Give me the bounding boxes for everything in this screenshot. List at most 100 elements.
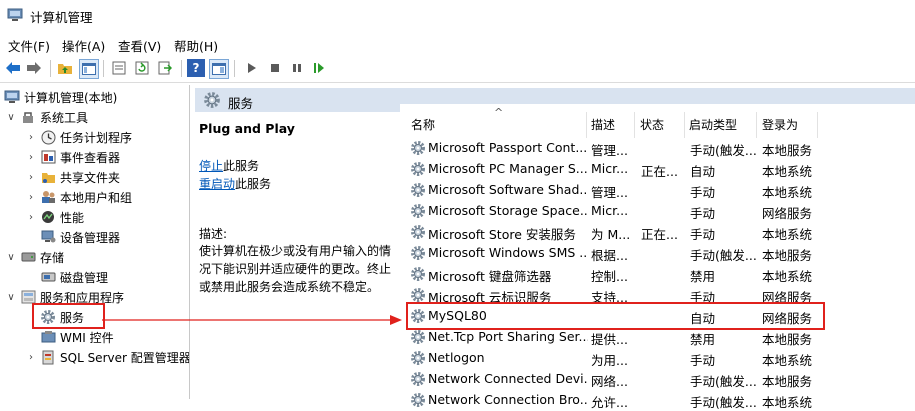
service-status: 正在... (641, 227, 678, 242)
column-header-description[interactable]: 描述 (591, 116, 615, 133)
refresh-icon[interactable] (133, 59, 151, 77)
service-log-on-as: 本地系统 (762, 269, 813, 284)
tree-item-local-users[interactable]: › 本地用户和组 (26, 187, 132, 207)
mysql-highlight-box (406, 302, 825, 330)
chevron-right-icon[interactable]: › (26, 132, 36, 143)
service-log-on-as: 本地系统 (762, 395, 813, 410)
tree-item-disk-management[interactable]: 磁盘管理 (40, 267, 108, 287)
gear-icon (411, 246, 425, 260)
chevron-right-icon[interactable]: › (26, 352, 36, 363)
service-row[interactable]: Microsoft PC Manager S... Micr... 正在... 自动 本… (408, 158, 915, 179)
annotation-arrow (102, 315, 402, 325)
tree-item-task-scheduler[interactable]: › 任务计划程序 (26, 127, 132, 147)
service-description: 允许... (591, 395, 628, 410)
chevron-down-icon[interactable]: ∨ (6, 252, 16, 263)
service-status: 正在... (641, 164, 678, 179)
service-row[interactable]: Netlogon 为用... 手动 本地系统 (408, 347, 915, 368)
service-row[interactable]: Microsoft Windows SMS ... 根据... 手动(触发... 本地… (408, 242, 915, 263)
service-name: Microsoft Software Shad... (428, 182, 588, 197)
menu-view[interactable]: 查看(V) (118, 36, 161, 55)
column-header-status[interactable]: 状态 (640, 116, 664, 133)
tree-item-system-tools[interactable]: ∨ 系统工具 (6, 107, 88, 127)
up-folder-icon[interactable] (56, 59, 74, 77)
back-icon[interactable] (4, 59, 22, 77)
service-description: 提供... (591, 332, 628, 347)
performance-icon (40, 209, 56, 225)
tools-icon (20, 109, 36, 125)
gear-icon (411, 330, 425, 344)
menu-file[interactable]: 文件(F) (8, 36, 50, 55)
chevron-right-icon[interactable]: › (26, 172, 36, 183)
menu-help[interactable]: 帮助(H) (174, 36, 218, 55)
column-header-log-on-as[interactable]: 登录为 (762, 116, 798, 133)
chevron-down-icon[interactable]: ∨ (6, 112, 16, 123)
column-header-startup-type[interactable]: 启动类型 (689, 116, 737, 133)
service-description: 管理... (591, 143, 628, 158)
tree-root[interactable]: 计算机管理(本地) (4, 87, 117, 107)
service-row[interactable]: Microsoft Passport Cont... 管理... 手动(触发... 本… (408, 137, 915, 158)
export-icon[interactable] (156, 59, 174, 77)
column-header-name[interactable]: 名称 (411, 116, 435, 133)
restart-service-link[interactable]: 重启动 (199, 177, 235, 191)
service-startup-type: 禁用 (690, 332, 716, 347)
service-log-on-as: 本地服务 (762, 248, 813, 263)
service-name: Microsoft Store 安装服务 (428, 227, 576, 242)
services-highlight-box (32, 303, 105, 329)
tree-item-storage[interactable]: ∨ 存储 (6, 247, 64, 267)
service-log-on-as: 本地系统 (762, 185, 813, 200)
window-title: 计算机管理 (30, 10, 93, 25)
show-hide-tree-icon[interactable] (79, 59, 99, 79)
wmi-icon (40, 329, 56, 345)
description-label: 描述: (199, 227, 228, 241)
tree-item-performance[interactable]: › 性能 (26, 207, 84, 227)
play-icon[interactable] (243, 59, 261, 77)
service-log-on-as: 网络服务 (762, 206, 813, 221)
chevron-right-icon[interactable]: › (26, 212, 36, 223)
service-row[interactable]: Network Connected Devi... 网络... 手动(触发... 本地… (408, 368, 915, 389)
export-list-icon[interactable] (110, 59, 128, 77)
gear-icon (411, 204, 425, 218)
storage-icon (20, 249, 36, 265)
service-log-on-as: 本地系统 (762, 353, 813, 368)
panel-title: 服务 (228, 96, 254, 111)
description-line-2: 况下能识别并适应硬件的更改。终止 (199, 262, 392, 276)
chevron-down-icon[interactable]: ∨ (6, 292, 16, 303)
restart-icon[interactable] (310, 59, 328, 77)
service-description: 控制... (591, 269, 628, 284)
service-description: 根据... (591, 248, 628, 263)
stop-service-link[interactable]: 停止 (199, 159, 223, 173)
stop-icon[interactable] (266, 59, 284, 77)
service-description: Micr... (591, 203, 629, 218)
properties-icon[interactable] (209, 59, 229, 79)
service-startup-type: 手动(触发... (690, 395, 756, 410)
service-description: Micr... (591, 161, 629, 176)
gear-icon (411, 183, 425, 197)
service-row[interactable]: Microsoft Software Shad... 管理... 手动 本地系统 (408, 179, 915, 200)
event-viewer-icon (40, 149, 56, 165)
service-log-on-as: 本地系统 (762, 227, 813, 242)
tree-item-device-manager[interactable]: 设备管理器 (40, 227, 120, 247)
service-row[interactable]: Network Connection Bro... 允许... 手动(触发... 本地… (408, 389, 915, 410)
clock-icon (40, 129, 56, 145)
service-name: Microsoft 键盘筛选器 (428, 269, 552, 284)
forward-icon[interactable] (25, 59, 43, 77)
service-row[interactable]: Microsoft Storage Space... Micr... 手动 网络服务 (408, 200, 915, 221)
help-icon[interactable]: ? (187, 59, 205, 77)
pause-icon[interactable] (288, 59, 306, 77)
chevron-right-icon[interactable]: › (26, 192, 36, 203)
computer-management-icon (4, 89, 20, 105)
menu-action[interactable]: 操作(A) (62, 36, 105, 55)
service-name: Microsoft Passport Cont... (428, 140, 588, 155)
gear-icon (411, 267, 425, 281)
service-log-on-as: 本地服务 (762, 332, 813, 347)
tree-item-event-viewer[interactable]: › 事件查看器 (26, 147, 120, 167)
tree-item-shared-folders[interactable]: › 共享文件夹 (26, 167, 120, 187)
chevron-right-icon[interactable]: › (26, 152, 36, 163)
service-row[interactable]: Microsoft 键盘筛选器 控制... 禁用 本地系统 (408, 263, 915, 284)
gear-icon (204, 92, 220, 108)
service-startup-type: 手动(触发... (690, 143, 756, 158)
sql-server-icon (40, 349, 56, 365)
service-row[interactable]: Microsoft Store 安装服务为 M... 正在... 手动 本地系统 (408, 221, 915, 242)
tree-item-sql-server[interactable]: › SQL Server 配置管理器 (26, 347, 189, 367)
service-name: Microsoft Storage Space... (428, 203, 588, 218)
